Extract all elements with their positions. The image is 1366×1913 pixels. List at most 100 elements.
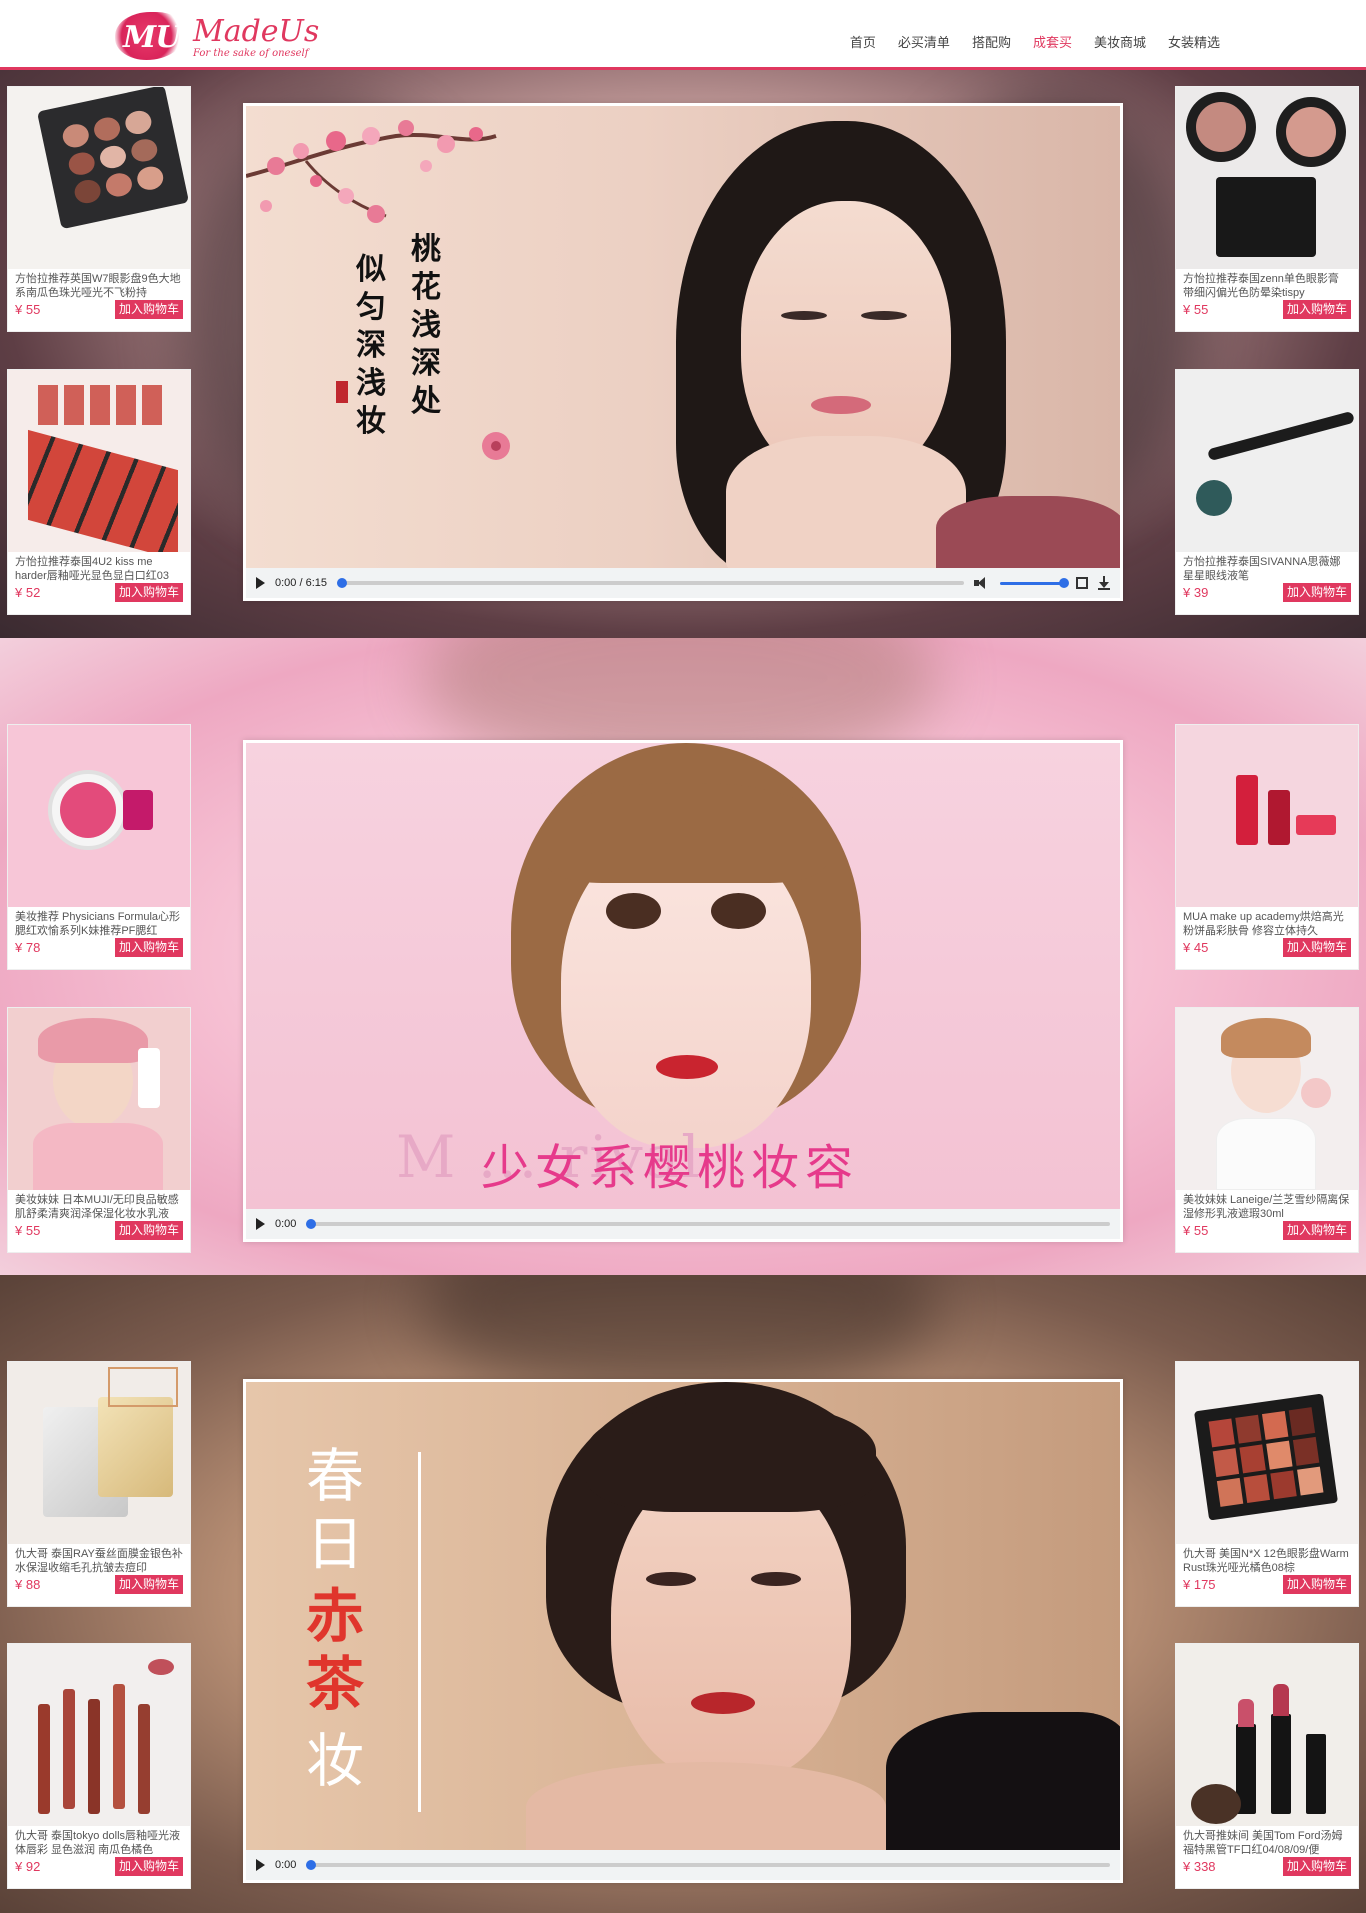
video-title-line-1: 桃花浅深处 [411,232,441,419]
add-to-cart-button[interactable]: 加入购物车 [1282,938,1351,957]
video-title-bot: 妆 [306,1727,365,1795]
add-to-cart-button[interactable]: 加入购物车 [1282,1857,1351,1876]
video-progress-bar[interactable] [306,1219,1110,1229]
product-image[interactable] [8,1644,190,1826]
video-time: 0:00 [275,1218,297,1230]
product-image[interactable] [1176,1644,1358,1826]
add-to-cart-button[interactable]: 加入购物车 [114,583,183,602]
product-card[interactable]: 方怡拉推荐泰国zenn单色眼影膏 带细闪偏光色防晕染tispy ¥ 55 加入购物… [1175,86,1359,332]
product-price: ¥ 55 [15,302,41,317]
subject-lips [656,1055,718,1079]
product-card[interactable]: 方怡拉推荐泰国SIVANNA思薇娜星星眼线液笔 ¥ 39 加入购物车 [1175,369,1359,615]
volume-icon[interactable] [974,576,990,590]
product-card[interactable]: 美妆妹妹 日本MUJI/无印良品敏感肌舒柔清爽润泽保湿化妆水乳液 ¥ 55 加入购… [7,1007,191,1253]
nav-home[interactable]: 首页 [839,32,887,51]
product-title[interactable]: 方怡拉推荐泰国SIVANNA思薇娜星星眼线液笔 [1176,552,1358,583]
product-card[interactable]: 方怡拉推荐英国W7眼影盘9色大地系南瓜色珠光哑光不飞粉持 ¥ 55 加入购物车 [7,86,191,332]
product-price: ¥ 39 [1183,585,1209,600]
video-controls: 0:00 [246,1850,1120,1880]
video-time: 0:00 [275,1859,297,1871]
nav-womens-wear[interactable]: 女装精选 [1157,32,1231,51]
product-image[interactable] [1176,370,1358,552]
product-card[interactable]: 仇大哥 美国N*X 12色眼影盘Warm Rust珠光哑光橘色08棕 ¥ 175… [1175,1361,1359,1607]
add-to-cart-button[interactable]: 加入购物车 [114,938,183,957]
video-time: 0:00 / 6:15 [275,577,327,589]
video-progress-bar[interactable] [306,1860,1110,1870]
product-card[interactable]: 仇大哥 泰国RAY蚕丝面膜金银色补水保湿收缩毛孔抗皱去痘印 ¥ 88 加入购物车 [7,1361,191,1607]
add-to-cart-button[interactable]: 加入购物车 [1282,300,1351,319]
nav-beauty-mall[interactable]: 美妆商城 [1083,32,1157,51]
product-card[interactable]: 美妆推荐 Physicians Formula心形腮红欢愉系列K妹推荐PF腮红 … [7,724,191,970]
product-price: ¥ 338 [1183,1859,1216,1874]
product-image[interactable] [1176,1008,1358,1190]
video-title-top: 春日 [306,1442,365,1578]
product-card[interactable]: 美妆妹妹 Laneige/兰芝雪纱隔离保湿修形乳液遮瑕30ml ¥ 55 加入购物… [1175,1007,1359,1253]
add-to-cart-button[interactable]: 加入购物车 [1282,1221,1351,1240]
product-price: ¥ 52 [15,585,41,600]
video-player[interactable]: M ... rival 少女系樱桃妆容 0:00 [243,740,1123,1242]
subject-hands [726,436,966,568]
product-title[interactable]: 美妆妹妹 日本MUJI/无印良品敏感肌舒柔清爽润泽保湿化妆水乳液 [8,1190,190,1221]
video-frame[interactable]: M ... rival 少女系樱桃妆容 [246,743,1120,1209]
product-image[interactable] [8,87,190,269]
product-image[interactable] [8,725,190,907]
product-image[interactable] [1176,87,1358,269]
add-to-cart-button[interactable]: 加入购物车 [114,1575,183,1594]
seal-stamp [336,381,348,403]
volume-slider[interactable] [1000,577,1069,588]
product-image[interactable] [1176,725,1358,907]
product-title[interactable]: 仇大哥 泰国tokyo dolls唇釉哑光液体唇彩 显色滋润 南瓜色橘色 [8,1826,190,1857]
product-title[interactable]: 美妆推荐 Physicians Formula心形腮红欢愉系列K妹推荐PF腮红 [8,907,190,938]
video-title-mid: 赤茶 [306,1582,365,1718]
video-player[interactable]: 春日 赤茶 妆 0:00 [243,1379,1123,1883]
product-title[interactable]: 仇大哥 泰国RAY蚕丝面膜金银色补水保湿收缩毛孔抗皱去痘印 [8,1544,190,1575]
product-card[interactable]: 仇大哥推妹间 美国Tom Ford汤姆福特黑管TF口红04/08/09/便 ¥ … [1175,1643,1359,1889]
play-icon[interactable] [256,1859,265,1871]
product-price: ¥ 78 [15,940,41,955]
nav-set-buy[interactable]: 成套买 [1022,32,1083,51]
product-title[interactable]: 仇大哥推妹间 美国Tom Ford汤姆福特黑管TF口红04/08/09/便 [1176,1826,1358,1857]
product-image[interactable] [8,370,190,552]
product-title[interactable]: 美妆妹妹 Laneige/兰芝雪纱隔离保湿修形乳液遮瑕30ml [1176,1190,1358,1221]
logo-tagline: For the sake of oneself [193,48,309,59]
play-icon[interactable] [256,1218,265,1230]
download-icon[interactable] [1098,576,1110,590]
video-title-line-2: 似匀深浅妆 [356,252,386,439]
play-icon[interactable] [256,577,265,589]
product-price: ¥ 55 [1183,302,1209,317]
add-to-cart-button[interactable]: 加入购物车 [1282,583,1351,602]
product-title[interactable]: 方怡拉推荐泰国4U2 kiss me harder唇釉哑光显色显白口红03 [8,552,190,583]
subject-eye [711,893,766,929]
subject-eye [646,1572,696,1586]
fullscreen-icon[interactable] [1076,577,1088,589]
product-title[interactable]: 方怡拉推荐英国W7眼影盘9色大地系南瓜色珠光哑光不飞粉持 [8,269,190,300]
blossom-branch-icon [246,120,497,223]
title-divider [418,1452,421,1812]
site-logo[interactable]: MU MadeUs For the sake of oneself [115,10,319,62]
video-progress-bar[interactable] [337,578,964,588]
add-to-cart-button[interactable]: 加入购物车 [114,1857,183,1876]
product-card[interactable]: MUA make up academy烘焙高光粉饼晶彩肤骨 修容立体持久 ¥ 4… [1175,724,1359,970]
add-to-cart-button[interactable]: 加入购物车 [114,1221,183,1240]
video-frame[interactable]: 春日 赤茶 妆 [246,1382,1120,1850]
add-to-cart-button[interactable]: 加入购物车 [1282,1575,1351,1594]
video-frame[interactable]: 桃花浅深处 似匀深浅妆 [246,106,1120,568]
product-price: ¥ 88 [15,1577,41,1592]
product-card[interactable]: 方怡拉推荐泰国4U2 kiss me harder唇釉哑光显色显白口红03 ¥ … [7,369,191,615]
look-section-2: M ... rival 少女系樱桃妆容 0:00 美妆推荐 Physicians… [0,638,1366,1275]
video-player[interactable]: 桃花浅深处 似匀深浅妆 0:00 / 6:15 [243,103,1123,601]
product-image[interactable] [8,1008,190,1190]
nav-match-buy[interactable]: 搭配购 [961,32,1022,51]
product-image[interactable] [1176,1362,1358,1544]
subject-eye [606,893,661,929]
subject-shoulder [936,496,1120,568]
product-title[interactable]: MUA make up academy烘焙高光粉饼晶彩肤骨 修容立体持久 [1176,907,1358,938]
subject-hand [526,1762,886,1850]
subject-lips [811,396,871,414]
product-title[interactable]: 仇大哥 美国N*X 12色眼影盘Warm Rust珠光哑光橘色08棕 [1176,1544,1358,1575]
product-card[interactable]: 仇大哥 泰国tokyo dolls唇釉哑光液体唇彩 显色滋润 南瓜色橘色 ¥ 9… [7,1643,191,1889]
product-image[interactable] [8,1362,190,1544]
nav-must-buy[interactable]: 必买清单 [887,32,961,51]
add-to-cart-button[interactable]: 加入购物车 [114,300,183,319]
product-title[interactable]: 方怡拉推荐泰国zenn单色眼影膏 带细闪偏光色防晕染tispy [1176,269,1358,300]
